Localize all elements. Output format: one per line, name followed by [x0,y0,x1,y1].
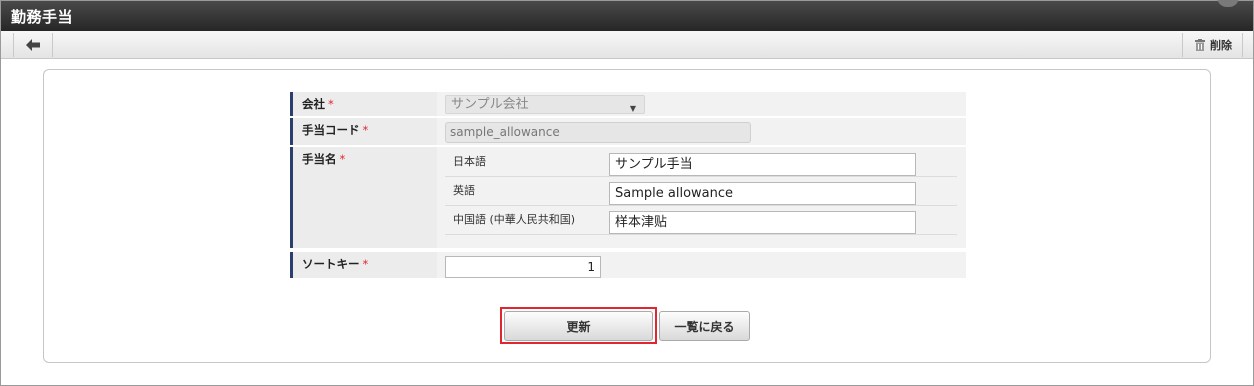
toolbar: 削除 [1,31,1253,59]
allowance-code-label-text: 手当コード [302,123,360,137]
back-to-list-button[interactable]: 一覧に戻る [659,311,750,341]
locale-row-zh: 中国語 (中華人民共和国) 样本津贴 [445,207,957,235]
name-en-input[interactable]: Sample allowance [609,182,916,205]
trash-icon [1195,39,1205,51]
sort-key-label: ソートキー * [290,252,437,278]
locale-label: 英語 [453,184,475,197]
company-value-cell: サンプル会社 ▼ [439,92,966,116]
delete-label: 削除 [1210,39,1232,52]
allowance-name-label: 手当名 * [290,147,437,248]
delete-button[interactable]: 削除 [1182,33,1243,57]
locale-row-ja: 日本語 サンプル手当 [445,149,957,177]
row-allowance-name: 手当名 * 日本語 サンプル手当 英語 Sample allowance 中国語 … [290,147,966,250]
allowance-code-label: 手当コード * [290,118,437,145]
name-zh-input[interactable]: 样本津贴 [609,211,916,234]
allowance-code-field: sample_allowance [445,122,751,143]
row-allowance-code: 手当コード * sample_allowance [290,118,966,147]
locale-row-en: 英語 Sample allowance [445,178,957,206]
sort-key-input[interactable]: 1 [445,256,601,278]
back-button[interactable] [13,33,53,57]
row-company: 会社 * サンプル会社 ▼ [290,92,966,118]
row-sort-key: ソートキー * 1 [290,252,966,280]
locale-label: 日本語 [453,155,486,168]
allowance-name-label-text: 手当名 [302,152,337,166]
update-button[interactable]: 更新 [504,311,653,341]
allowance-code-value-cell: sample_allowance [439,118,966,145]
allowance-name-value-cell: 日本語 サンプル手当 英語 Sample allowance 中国語 (中華人民… [439,147,966,248]
company-select-value: サンプル会社 [451,97,529,112]
sort-key-value-cell: 1 [439,252,966,278]
arrow-left-icon [26,39,40,51]
company-label: 会社 * [290,92,437,116]
required-mark: * [328,97,334,111]
required-mark: * [339,152,346,166]
required-mark: * [362,257,369,271]
company-select: サンプル会社 ▼ [445,95,645,114]
title-bar: 勤務手当 [1,0,1253,31]
company-label-text: 会社 [302,97,325,111]
page-title: 勤務手当 [11,8,74,26]
name-ja-input[interactable]: サンプル手当 [609,153,916,176]
corner-decoration [1217,0,1239,7]
sort-key-label-text: ソートキー [302,257,360,271]
required-mark: * [362,123,369,137]
locale-label: 中国語 (中華人民共和国) [453,213,576,226]
dropdown-arrow-icon: ▼ [629,104,636,113]
